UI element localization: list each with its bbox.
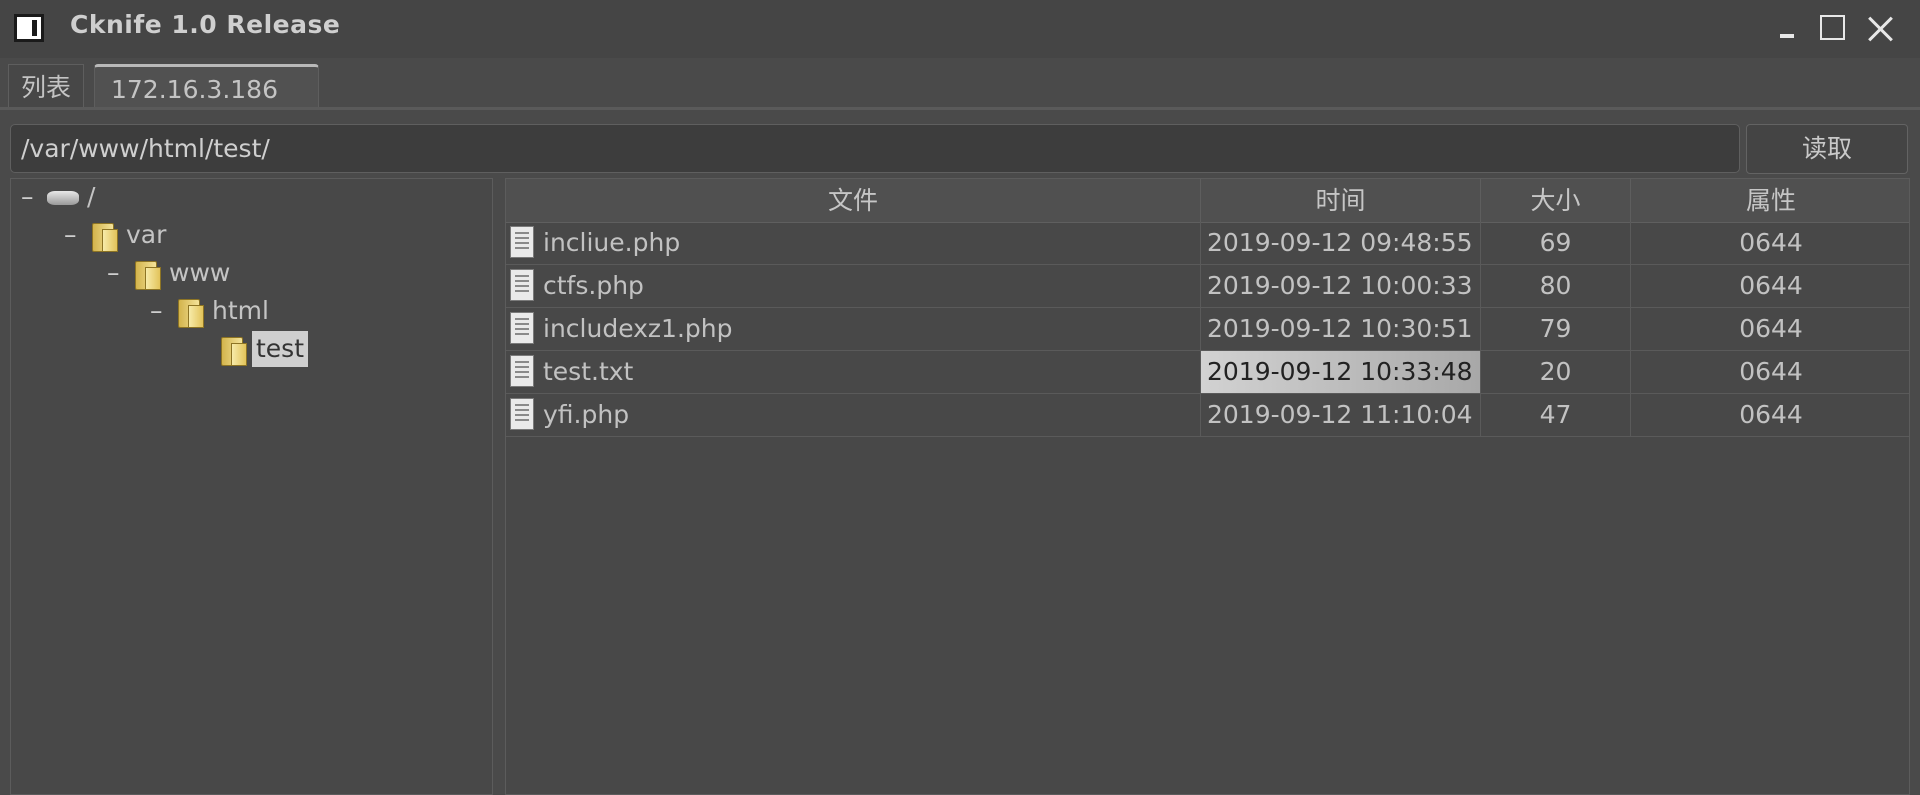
minimize-button[interactable] bbox=[1770, 10, 1810, 46]
tree-label: html bbox=[212, 296, 269, 325]
collapse-icon[interactable]: – bbox=[107, 255, 121, 291]
file-size: 47 bbox=[1481, 394, 1631, 436]
column-header-time[interactable]: 时间 bbox=[1201, 179, 1481, 222]
split-divider[interactable] bbox=[493, 178, 505, 795]
folder-icon bbox=[219, 335, 247, 366]
file-perm: 0644 bbox=[1739, 357, 1803, 386]
tree-label: var bbox=[126, 220, 167, 249]
tree-label: test bbox=[252, 331, 309, 367]
column-header-attr[interactable]: 属性 bbox=[1631, 179, 1909, 222]
file-name: ctfs.php bbox=[543, 271, 644, 300]
file-time: 2019-09-12 11:10:04 bbox=[1201, 394, 1481, 436]
file-size: 80 bbox=[1481, 265, 1631, 307]
tree-label: / bbox=[87, 182, 96, 211]
maximize-icon bbox=[1820, 15, 1845, 40]
folder-icon bbox=[133, 259, 161, 290]
minimize-icon bbox=[1780, 34, 1794, 38]
table-row[interactable]: yfi.php 2019-09-12 11:10:04 47 0644 bbox=[506, 394, 1909, 437]
column-header-file[interactable]: 文件 bbox=[506, 179, 1201, 222]
tab-strip: 列表 172.16.3.186 bbox=[0, 58, 1920, 110]
window-title: Cknife 1.0 Release bbox=[70, 10, 341, 39]
file-name-cell: test.txt bbox=[506, 351, 1201, 393]
file-perm: 0644 bbox=[1739, 400, 1803, 429]
folder-icon bbox=[90, 221, 118, 252]
collapse-icon[interactable]: – bbox=[150, 293, 164, 329]
file-perm: 0644 bbox=[1739, 228, 1803, 257]
column-header-size[interactable]: 大小 bbox=[1481, 179, 1631, 222]
file-perm: 0644 bbox=[1739, 314, 1803, 343]
file-name: incliue.php bbox=[543, 228, 681, 257]
collapse-icon[interactable]: – bbox=[64, 217, 78, 253]
tree-label: www bbox=[169, 258, 231, 287]
file-time: 2019-09-12 10:00:33 bbox=[1201, 265, 1481, 307]
table-row[interactable]: includexz1.php 2019-09-12 10:30:51 79 06… bbox=[506, 308, 1909, 351]
tab-list[interactable]: 列表 bbox=[8, 64, 85, 109]
file-icon bbox=[510, 226, 534, 258]
table-row[interactable]: ctfs.php 2019-09-12 10:00:33 80 0644 bbox=[506, 265, 1909, 308]
file-name: includexz1.php bbox=[543, 314, 733, 343]
app-icon bbox=[14, 14, 44, 42]
close-button[interactable] bbox=[1860, 10, 1900, 46]
maximize-button[interactable] bbox=[1813, 10, 1853, 46]
file-size: 69 bbox=[1481, 222, 1631, 264]
table-row[interactable]: test.txt 2019-09-12 10:33:48 20 0644 bbox=[506, 351, 1909, 394]
file-time: 2019-09-12 09:48:55 bbox=[1201, 222, 1481, 264]
file-name-cell: includexz1.php bbox=[506, 308, 1201, 350]
collapse-icon[interactable]: – bbox=[21, 179, 35, 215]
file-name-cell: incliue.php bbox=[506, 222, 1201, 264]
path-input[interactable]: /var/www/html/test/ bbox=[10, 124, 1740, 173]
file-time-selected: 2019-09-12 10:33:48 bbox=[1201, 351, 1481, 393]
file-size: 79 bbox=[1481, 308, 1631, 350]
file-time: 2019-09-12 10:30:51 bbox=[1201, 308, 1481, 350]
tree-node-test[interactable]: test bbox=[193, 331, 313, 367]
file-name-cell: yfi.php bbox=[506, 394, 1201, 436]
file-name-cell: ctfs.php bbox=[506, 265, 1201, 307]
tab-host[interactable]: 172.16.3.186 bbox=[94, 64, 319, 109]
drive-icon bbox=[47, 191, 79, 205]
file-table: 文件 时间 大小 属性 incliue.php 2019-09-12 09:48… bbox=[505, 178, 1910, 795]
file-icon bbox=[510, 398, 534, 430]
file-icon bbox=[510, 355, 534, 387]
table-row[interactable]: incliue.php 2019-09-12 09:48:55 69 0644 bbox=[506, 222, 1909, 265]
file-icon bbox=[510, 312, 534, 344]
directory-tree: – / – var – www – html test bbox=[10, 178, 493, 795]
file-perm: 0644 bbox=[1739, 271, 1803, 300]
read-button[interactable]: 读取 bbox=[1746, 124, 1908, 174]
table-header: 文件 时间 大小 属性 bbox=[506, 179, 1909, 223]
file-size: 20 bbox=[1481, 351, 1631, 393]
folder-icon bbox=[176, 297, 204, 328]
file-name: yfi.php bbox=[543, 400, 630, 429]
file-name: test.txt bbox=[543, 357, 634, 386]
title-bar: Cknife 1.0 Release bbox=[0, 0, 1920, 58]
file-icon bbox=[510, 269, 534, 301]
tab-divider bbox=[0, 107, 1920, 110]
